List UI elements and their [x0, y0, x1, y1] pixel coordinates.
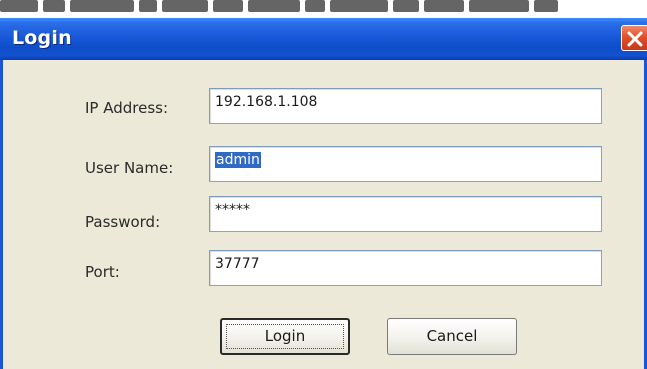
login-dialog: Login IP Address: 192.168.1.108 User Nam… [0, 18, 647, 369]
close-button[interactable] [621, 25, 647, 51]
user-name-input[interactable]: admin [209, 146, 602, 182]
password-value: ***** [215, 202, 250, 218]
cancel-button-label: Cancel [426, 327, 478, 345]
password-label: Password: [85, 213, 161, 231]
close-icon [627, 31, 643, 47]
cancel-button[interactable]: Cancel [387, 318, 517, 355]
user-name-value: admin [215, 152, 261, 168]
ip-address-value: 192.168.1.108 [215, 94, 318, 110]
background-text-cut-off [0, 0, 647, 18]
port-input[interactable]: 37777 [209, 250, 602, 286]
window-title: Login [12, 27, 72, 49]
ip-address-label: IP Address: [85, 99, 169, 117]
user-name-label: User Name: [85, 159, 174, 177]
ip-address-input[interactable]: 192.168.1.108 [209, 88, 602, 124]
title-bar[interactable]: Login [0, 18, 647, 60]
login-button[interactable]: Login [220, 318, 350, 355]
port-value: 37777 [215, 256, 260, 272]
port-label: Port: [85, 263, 120, 281]
password-input[interactable]: ***** [209, 196, 602, 232]
screenshot-stage: Login IP Address: 192.168.1.108 User Nam… [0, 0, 647, 369]
login-button-label: Login [264, 327, 306, 345]
